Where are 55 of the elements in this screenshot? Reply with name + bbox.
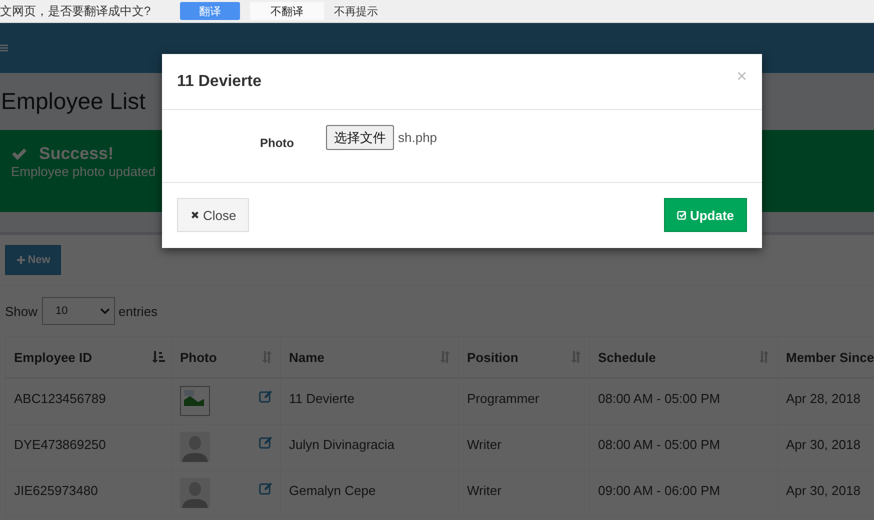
column-header[interactable]: Position (467, 350, 518, 364)
edit-icon[interactable] (259, 390, 272, 403)
sort-icon[interactable] (438, 351, 452, 363)
table-cell: 08:00 AM - 05:00 PM (598, 391, 720, 406)
chevron-down-icon (100, 308, 110, 314)
table-cell: Programmer (467, 391, 540, 406)
table-cell: Apr 30, 2018 (786, 482, 860, 498)
sort-icon[interactable] (260, 351, 274, 363)
table-cell: Writer (467, 482, 502, 498)
entries-select[interactable]: 10 (42, 297, 115, 325)
translate-prompt: 文网页，是否要翻译成中文? (0, 2, 152, 20)
column-header[interactable]: Name (289, 350, 324, 364)
table-cell: Apr 30, 2018 (786, 436, 860, 452)
plus-icon (16, 255, 26, 265)
entries-label: entries (118, 304, 158, 318)
check-icon (11, 147, 27, 161)
alert-title: Success! (39, 144, 114, 164)
file-name: sh.php (398, 130, 438, 145)
avatar-icon (180, 432, 210, 462)
translate-button[interactable]: 翻译 (180, 2, 240, 20)
column-header[interactable]: Schedule (598, 350, 656, 364)
close-button[interactable]: Close (177, 198, 250, 232)
table-cell: DYE473869250 (14, 436, 106, 452)
table-cell: 11 Devierte (289, 391, 355, 406)
choose-file-button[interactable]: 选择文件 (326, 125, 394, 150)
alert-message: Employee photo updated (11, 164, 156, 179)
table-cell: Apr 28, 2018 (786, 391, 860, 406)
update-button[interactable]: Update (664, 198, 747, 232)
edit-icon[interactable] (259, 482, 272, 494)
table-cell: Julyn Divinagracia (289, 436, 394, 452)
sort-icon[interactable] (569, 351, 583, 363)
new-button[interactable]: New (5, 245, 61, 275)
dismiss-link[interactable]: 不再提示 (334, 2, 378, 20)
close-button[interactable]: × (736, 66, 747, 87)
table-cell: 08:00 AM - 05:00 PM (598, 436, 720, 452)
translate-button[interactable]: 不翻译 (250, 2, 324, 20)
page-title: Employee List (1, 88, 146, 114)
broken-image-icon (180, 386, 210, 416)
table-cell: Writer (467, 436, 502, 452)
menu-icon[interactable] (0, 44, 8, 52)
close-icon (190, 210, 200, 220)
avatar-icon (180, 478, 210, 508)
column-header[interactable]: Photo (180, 350, 217, 364)
show-label: Show (5, 304, 38, 318)
table-cell: Gemalyn Cepe (289, 482, 376, 498)
column-header[interactable]: Employee ID (14, 350, 92, 364)
checkbox-icon (676, 210, 687, 220)
sort-ascending-icon[interactable] (151, 351, 165, 363)
edit-icon[interactable] (259, 436, 272, 448)
table-cell: ABC123456789 (14, 391, 106, 406)
dialog-title: 11 Devierte (177, 72, 262, 90)
table-cell: JIE625973480 (14, 482, 98, 498)
table-cell: 09:00 AM - 06:00 PM (598, 482, 720, 498)
sort-icon[interactable] (757, 351, 771, 363)
field-label: Photo (260, 136, 295, 150)
